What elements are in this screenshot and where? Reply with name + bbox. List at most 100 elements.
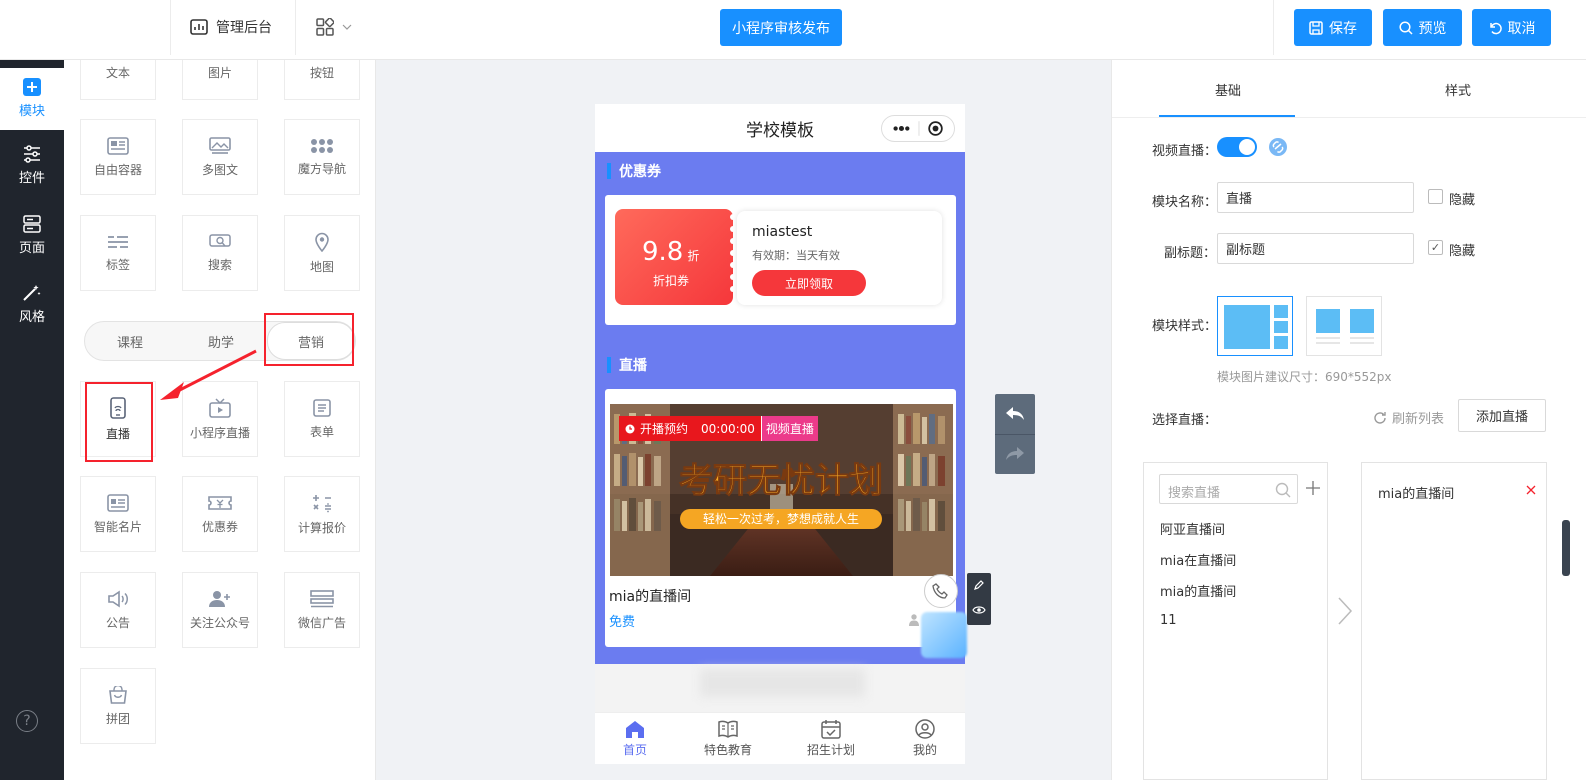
component-label: 自由容器 (93, 162, 142, 177)
component-group-buy[interactable]: 拼团 (80, 668, 156, 744)
tabbar-item-home[interactable]: 首页 (600, 719, 670, 758)
section-marker (607, 357, 611, 373)
component-multi-image-text[interactable]: 多图文 (182, 119, 258, 195)
component-panel: 文本 图片 按钮 自由容器 多图文 魔方导航 标签 搜索 地图 课程 助学 营销 (64, 60, 376, 780)
apps-menu[interactable] (316, 18, 352, 36)
component-label: 智能名片 (93, 519, 142, 534)
live-search-input[interactable]: 搜索直播 (1159, 474, 1298, 504)
component-calculator[interactable]: 计算报价 (284, 476, 360, 552)
redo-arrow-icon[interactable] (1005, 446, 1025, 462)
component-wechat-ad[interactable]: 微信广告 (284, 572, 360, 648)
tab-basic[interactable]: 基础 (1215, 80, 1241, 99)
mini-program-capsule[interactable] (881, 115, 955, 142)
toggle-knob (1239, 139, 1255, 155)
calculator-icon (313, 494, 331, 512)
coupon-type: 折扣券 (652, 274, 689, 288)
sidebar-item-label: 模块 (18, 104, 45, 119)
component-follow-official[interactable]: 关注公众号 (182, 572, 258, 648)
admin-link[interactable]: 管理后台 (190, 17, 272, 37)
component-free-container[interactable]: 自由容器 (80, 119, 156, 195)
component-business-card[interactable]: 智能名片 (80, 476, 156, 552)
calendar-check-icon (821, 720, 841, 739)
sidebar-item-style[interactable]: 风格 (0, 284, 64, 325)
component-tag[interactable]: 标签 (80, 215, 156, 291)
refresh-list-button[interactable]: 刷新列表 (1373, 408, 1444, 427)
live-selected-list: mia的直播间 (1361, 462, 1547, 780)
cover-headline: 考研无忧计划 (679, 461, 883, 501)
tabbar-item-mine[interactable]: 我的 (890, 719, 960, 758)
video-live-toggle[interactable] (1217, 137, 1257, 157)
component-image[interactable]: 图片 (182, 60, 258, 100)
admin-label: 管理后台 (216, 20, 272, 36)
preview-button[interactable]: 预览 (1383, 9, 1462, 46)
sidebar-item-controls[interactable]: 控件 (0, 145, 64, 186)
cover-slogan: 轻松一次过考，梦想成就人生 (703, 511, 859, 526)
picture-icon (209, 136, 231, 154)
component-label: 关注公众号 (189, 615, 250, 630)
live-status-text: 开播预约 (640, 422, 689, 436)
undo-arrow-icon[interactable] (1005, 406, 1025, 422)
help-icon[interactable]: ? (16, 710, 38, 732)
remove-icon[interactable] (1526, 485, 1536, 495)
component-announcement[interactable]: 公告 (80, 572, 156, 648)
speaker-icon (108, 590, 128, 607)
cancel-button[interactable]: 取消 (1472, 9, 1551, 46)
component-search[interactable]: 搜索 (182, 215, 258, 291)
live-list-item[interactable]: 11 (1160, 613, 1177, 628)
live-card[interactable]: 考研无忧计划 轻松一次过考，梦想成就人生 开播预约 00:00:00 视频直播 … (605, 389, 956, 647)
side-handle[interactable] (1562, 520, 1570, 576)
edit-icon[interactable] (973, 579, 985, 591)
shopping-bag-icon (109, 685, 127, 704)
component-label: 计算报价 (297, 520, 346, 535)
component-coupon[interactable]: 优惠券 (182, 476, 258, 552)
tab-style[interactable]: 样式 (1445, 80, 1471, 99)
sliders-icon (24, 145, 40, 163)
module-name-hide-checkbox[interactable] (1428, 189, 1443, 204)
claim-coupon-button[interactable]: 立即领取 (752, 270, 866, 296)
add-icon[interactable] (1306, 481, 1320, 495)
subtitle-input[interactable]: 副标题 (1217, 233, 1414, 264)
tabbar-label: 招生计划 (806, 743, 855, 757)
chevron-right-icon[interactable] (1337, 596, 1353, 626)
live-room-name: mia的直播间 (609, 589, 692, 605)
link-icon[interactable] (1268, 137, 1288, 157)
container-icon (107, 136, 129, 155)
coupon-card[interactable]: 9.8 折 折扣券 miastest 有效期：当天有效 立即领取 (605, 195, 956, 325)
component-map[interactable]: 地图 (284, 215, 360, 291)
live-list-item[interactable]: mia在直播间 (1160, 550, 1236, 569)
style-option-two-column[interactable] (1306, 296, 1382, 356)
tabbar-item-enrollment[interactable]: 招生计划 (796, 719, 866, 758)
dots-grid-icon (311, 138, 333, 153)
component-label: 表单 (309, 424, 334, 439)
image-size-hint: 模块图片建议尺寸：690*552px (1217, 370, 1392, 384)
component-label: 小程序直播 (189, 425, 250, 440)
tabbar-item-featured[interactable]: 特色教育 (693, 719, 763, 758)
add-live-button[interactable]: 添加直播 (1458, 399, 1546, 432)
divider (295, 0, 296, 55)
style-option-big-left[interactable] (1217, 296, 1293, 356)
live-list-item[interactable]: 阿亚直播间 (1160, 519, 1225, 538)
sidebar-item-modules[interactable]: 模块 (0, 68, 64, 130)
component-cube-nav[interactable]: 魔方导航 (284, 119, 360, 195)
publish-button[interactable]: 小程序审核发布 (720, 9, 842, 46)
phone-header: 学校模板 (595, 104, 965, 152)
eye-icon[interactable] (972, 605, 986, 615)
phone-call-button[interactable] (924, 574, 958, 608)
plus-square-icon (23, 78, 41, 96)
module-name-input[interactable]: 直播 (1217, 182, 1414, 213)
layout-big-left-icon (1224, 305, 1288, 349)
save-button[interactable]: 保存 (1294, 9, 1372, 46)
section-title-coupon: 优惠券 (607, 161, 661, 181)
selected-live-item: mia的直播间 (1378, 487, 1455, 502)
save-icon (1309, 20, 1323, 35)
section-title-text: 直播 (619, 358, 647, 374)
blurred-element (700, 669, 865, 697)
sidebar-item-pages[interactable]: 页面 (0, 215, 64, 256)
subtitle-hide-checkbox[interactable]: ✓ (1428, 240, 1443, 255)
settings-panel: 基础 样式 视频直播： 模块名称： 直播 隐藏 副标题： 副标题 ✓ 隐藏 模块… (1111, 60, 1586, 780)
live-list-item[interactable]: mia的直播间 (1160, 581, 1236, 600)
component-form[interactable]: 表单 (284, 381, 360, 457)
component-text[interactable]: 文本 (80, 60, 156, 100)
active-tab-indicator (1159, 115, 1295, 117)
component-button[interactable]: 按钮 (284, 60, 360, 100)
